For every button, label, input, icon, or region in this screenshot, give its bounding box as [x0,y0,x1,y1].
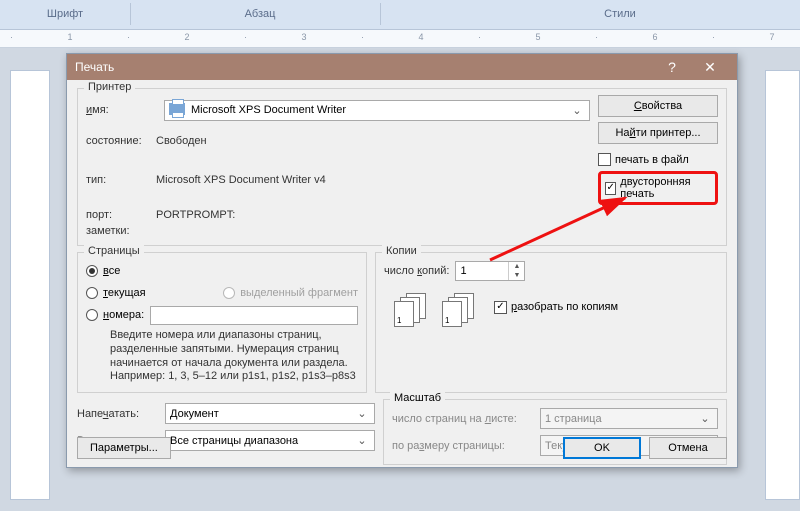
printer-state-value: Свободен [156,135,207,147]
printer-icon [169,103,187,118]
pages-numbers-radio[interactable]: номера: [86,309,144,321]
print-what-value: Документ [170,408,219,420]
chevron-down-icon: ⌄ [569,104,585,117]
help-button[interactable]: ? [653,54,691,80]
pages-numbers-label: номера: [103,309,144,321]
titlebar[interactable]: Печать ? ✕ [67,54,737,80]
pages-per-sheet-value: 1 страница [545,413,602,425]
radio-dot [86,309,98,321]
radio-dot [223,287,235,299]
properties-button[interactable]: Свойства [598,95,718,117]
copies-count-value: 1 [456,262,508,280]
duplex-checkbox[interactable]: ✓ двусторонняя печать [605,176,711,200]
chevron-up-icon[interactable]: ▲ [509,262,524,271]
printer-type-value: Microsoft XPS Document Writer v4 [156,174,326,186]
print-what-combo[interactable]: Документ ⌄ [165,403,375,424]
chevron-down-icon: ⌄ [697,412,713,425]
radio-dot [86,265,98,277]
checkbox-box [598,153,611,166]
document-page [765,70,800,500]
pages-legend: Страницы [84,245,144,257]
print-what-label: Напечатать: [77,408,157,420]
pages-hint: Введите номера или диапазоны страниц, ра… [86,329,358,384]
copies-count-label: число копий: [384,265,449,277]
printer-type-label: тип: [86,174,148,186]
options-button[interactable]: Параметры... [77,437,171,459]
ruler: · 1 · 2 · 3 · 4 · 5 · 6 · 7 · 8 · 9 · 10… [0,30,800,48]
pages-selection-label: выделенный фрагмент [240,287,358,299]
chevron-down-icon[interactable]: ▼ [509,271,524,280]
printer-port-value: PORTPROMPT: [156,209,235,221]
collate-illustration: 3 2 1 3 2 1 [394,293,476,327]
print-dialog: Печать ? ✕ Принтер имя: Microsoft XPS Do… [66,53,738,468]
pages-selection-radio: выделенный фрагмент [223,287,358,299]
printer-port-label: порт: [86,209,148,221]
printer-name-label: имя: [86,104,156,116]
printer-name-combo[interactable]: Microsoft XPS Document Writer ⌄ [164,100,590,121]
ribbon-separator [380,3,381,25]
dialog-title: Печать [75,60,653,74]
duplex-label: двусторонняя печать [620,176,711,200]
document-page [10,70,50,500]
collate-label: разобрать по копиям [511,301,618,313]
cancel-button[interactable]: Отмена [649,437,727,459]
printer-state-label: состояние: [86,135,148,147]
collate-checkbox[interactable]: ✓ разобрать по копиям [494,301,618,314]
printer-legend: Принтер [84,81,135,93]
copies-count-spinner[interactable]: 1 ▲▼ [455,261,525,281]
printer-name-value: Microsoft XPS Document Writer [191,104,346,116]
copies-group: Копии число копий: 1 ▲▼ 3 2 1 [375,252,727,393]
duplex-highlight: ✓ двусторонняя печать [598,171,718,205]
print-to-file-checkbox[interactable]: печать в файл [598,153,718,166]
checkbox-box: ✓ [494,301,507,314]
chevron-down-icon: ⌄ [354,407,370,420]
find-printer-button[interactable]: Найти принтер... [598,122,718,144]
page-stack-icon: 3 2 1 [442,293,476,327]
scale-legend: Масштаб [390,392,445,404]
ribbon-separator [130,3,131,25]
pages-all-label: все [103,265,120,277]
pages-current-radio[interactable]: текущая [86,287,146,299]
pages-numbers-input[interactable] [150,306,358,325]
ribbon-group-styles: Стили [520,8,720,20]
print-to-file-label: печать в файл [615,154,689,166]
pages-group: Страницы все текущая выделенный фрагмент [77,252,367,393]
ruler-ticks: · 1 · 2 · 3 · 4 · 5 · 6 · 7 · 8 · 9 · 10… [10,32,790,46]
checkbox-box: ✓ [605,182,616,195]
ribbon-group-font: Шрифт [15,8,115,20]
printer-group: Принтер имя: Microsoft XPS Document Writ… [77,88,727,246]
printer-notes-label: заметки: [86,225,148,237]
ribbon-group-paragraph: Абзац [200,8,320,20]
ok-button[interactable]: OK [563,437,641,459]
radio-dot [86,287,98,299]
pages-per-sheet-label: число страниц на листе: [392,413,532,425]
page-stack-icon: 3 2 1 [394,293,428,327]
close-button[interactable]: ✕ [691,54,729,80]
pages-current-label: текущая [103,287,146,299]
spinner-arrows[interactable]: ▲▼ [508,262,524,280]
copies-legend: Копии [382,245,421,257]
pages-all-radio[interactable]: все [86,261,358,281]
pages-per-sheet-combo[interactable]: 1 страница ⌄ [540,408,718,429]
